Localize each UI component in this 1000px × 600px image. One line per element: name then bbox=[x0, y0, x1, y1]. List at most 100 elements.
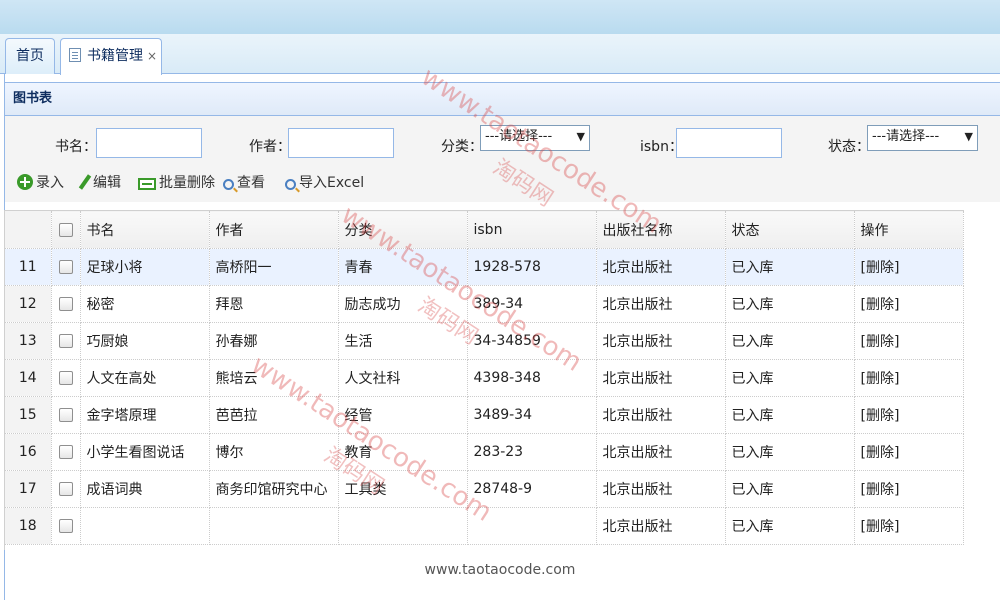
delete-link[interactable]: [删除] bbox=[854, 359, 964, 397]
document-icon bbox=[69, 48, 81, 62]
cell-author: 芭芭拉 bbox=[209, 396, 339, 434]
cell-publisher: 北京出版社 bbox=[596, 396, 726, 434]
add-icon bbox=[17, 174, 33, 190]
edit-button-label: 编辑 bbox=[93, 175, 121, 191]
close-icon[interactable]: × bbox=[147, 49, 157, 63]
books-table: 书名 作者 分类 isbn 出版社名称 状态 操作 11 足球小将 高桥阳一 青… bbox=[5, 210, 964, 545]
search-icon bbox=[285, 179, 296, 190]
top-banner bbox=[0, 0, 1000, 34]
table-row[interactable]: 13 巧厨娘 孙春娜 生活 34-34859 北京出版社 已入库 [删除] bbox=[5, 322, 964, 360]
delete-link[interactable]: [删除] bbox=[854, 322, 964, 360]
table-row[interactable]: 12 秘密 拜恩 励志成功 389-34 北京出版社 已入库 [删除] bbox=[5, 285, 964, 323]
table-row[interactable]: 14 人文在高处 熊培云 人文社科 4398-348 北京出版社 已入库 [删除… bbox=[5, 359, 964, 397]
column-header[interactable]: 作者 bbox=[209, 210, 339, 249]
delete-link[interactable]: [删除] bbox=[854, 285, 964, 323]
cell-status: 已入库 bbox=[725, 359, 855, 397]
select-all-checkbox[interactable] bbox=[58, 222, 73, 237]
row-checkbox-cell bbox=[51, 507, 81, 545]
add-button[interactable]: 录入 bbox=[17, 172, 64, 194]
delete-link[interactable]: [删除] bbox=[854, 470, 964, 508]
cell-category: 教育 bbox=[338, 433, 468, 471]
tab-home-label: 首页 bbox=[16, 48, 44, 64]
row-checkbox[interactable] bbox=[58, 445, 73, 459]
tab-book-management[interactable]: 书籍管理 × bbox=[60, 38, 162, 75]
import-excel-button-label: 导入Excel bbox=[299, 175, 365, 191]
cell-author bbox=[209, 507, 339, 545]
cell-name: 人文在高处 bbox=[80, 359, 210, 397]
row-checkbox-cell bbox=[51, 396, 81, 434]
delete-link[interactable]: [删除] bbox=[854, 396, 964, 434]
batch-delete-button-label: 批量删除 bbox=[159, 175, 215, 191]
row-checkbox[interactable] bbox=[58, 260, 73, 274]
column-header[interactable]: isbn bbox=[467, 210, 597, 249]
column-header[interactable]: 分类 bbox=[338, 210, 468, 249]
cell-author: 商务印馆研究中心 bbox=[209, 470, 339, 508]
cell-publisher: 北京出版社 bbox=[596, 285, 726, 323]
cell-category: 励志成功 bbox=[338, 285, 468, 323]
column-header[interactable]: 书名 bbox=[80, 210, 210, 249]
status-select-value: ---请选择--- bbox=[872, 129, 940, 144]
batch-delete-button[interactable]: 批量删除 bbox=[138, 172, 215, 194]
row-checkbox[interactable] bbox=[58, 482, 73, 496]
table-row[interactable]: 18 北京出版社 已入库 [删除] bbox=[5, 507, 964, 545]
cell-author: 熊培云 bbox=[209, 359, 339, 397]
cell-publisher: 北京出版社 bbox=[596, 322, 726, 360]
row-checkbox[interactable] bbox=[58, 297, 73, 311]
chevron-down-icon: ▼ bbox=[576, 130, 585, 143]
cell-author: 博尔 bbox=[209, 433, 339, 471]
delete-link[interactable]: [删除] bbox=[854, 248, 964, 286]
cell-name: 成语词典 bbox=[80, 470, 210, 508]
panel-title: 图书表 bbox=[5, 82, 1000, 116]
row-checkbox[interactable] bbox=[58, 519, 73, 533]
isbn-input[interactable] bbox=[676, 128, 782, 158]
delete-link[interactable]: [删除] bbox=[854, 507, 964, 545]
edit-button[interactable]: 编辑 bbox=[77, 172, 121, 194]
import-excel-button[interactable]: 导入Excel bbox=[285, 172, 364, 194]
row-number: 11 bbox=[5, 248, 52, 286]
row-checkbox-cell bbox=[51, 359, 81, 397]
row-checkbox[interactable] bbox=[58, 408, 73, 422]
cell-publisher: 北京出版社 bbox=[596, 470, 726, 508]
category-select[interactable]: ---请选择--- ▼ bbox=[480, 125, 590, 151]
tab-home[interactable]: 首页 bbox=[5, 38, 55, 74]
cell-category: 青春 bbox=[338, 248, 468, 286]
table-row[interactable]: 15 金字塔原理 芭芭拉 经管 3489-34 北京出版社 已入库 [删除] bbox=[5, 396, 964, 434]
row-number: 12 bbox=[5, 285, 52, 323]
delete-link[interactable]: [删除] bbox=[854, 433, 964, 471]
name-input[interactable] bbox=[96, 128, 202, 158]
row-checkbox-cell bbox=[51, 285, 81, 323]
cell-publisher: 北京出版社 bbox=[596, 248, 726, 286]
cell-name: 足球小将 bbox=[80, 248, 210, 286]
cell-isbn: 1928-578 bbox=[467, 248, 597, 286]
cell-status: 已入库 bbox=[725, 396, 855, 434]
column-header[interactable]: 状态 bbox=[725, 210, 855, 249]
column-header[interactable]: 出版社名称 bbox=[596, 210, 726, 249]
category-label: 分类： bbox=[441, 139, 483, 155]
select-all-checkbox-cell bbox=[51, 210, 81, 249]
author-input[interactable] bbox=[288, 128, 394, 158]
search-bar: 书名： 作者： 分类： ---请选择--- ▼ isbn： 状态： ---请选择… bbox=[5, 116, 1000, 202]
cell-status: 已入库 bbox=[725, 248, 855, 286]
cell-isbn: 28748-9 bbox=[467, 470, 597, 508]
table-row[interactable]: 11 足球小将 高桥阳一 青春 1928-578 北京出版社 已入库 [删除] bbox=[5, 248, 964, 286]
books-grid: 书名 作者 分类 isbn 出版社名称 状态 操作 11 足球小将 高桥阳一 青… bbox=[4, 210, 1000, 550]
row-number: 13 bbox=[5, 322, 52, 360]
cell-isbn: 34-34859 bbox=[467, 322, 597, 360]
cell-author: 拜恩 bbox=[209, 285, 339, 323]
row-checkbox[interactable] bbox=[58, 371, 73, 385]
cell-author: 孙春娜 bbox=[209, 322, 339, 360]
cell-status: 已入库 bbox=[725, 470, 855, 508]
view-button-label: 查看 bbox=[237, 175, 265, 191]
column-header[interactable]: 操作 bbox=[854, 210, 964, 249]
view-button[interactable]: 查看 bbox=[223, 172, 265, 194]
cell-name: 小学生看图说话 bbox=[80, 433, 210, 471]
tab-strip: 首页 书籍管理 × bbox=[0, 34, 1000, 75]
cell-name bbox=[80, 507, 210, 545]
cell-status: 已入库 bbox=[725, 433, 855, 471]
cell-status: 已入库 bbox=[725, 322, 855, 360]
table-row[interactable]: 17 成语词典 商务印馆研究中心 工具类 28748-9 北京出版社 已入库 [… bbox=[5, 470, 964, 508]
status-select[interactable]: ---请选择--- ▼ bbox=[867, 125, 978, 151]
cell-category: 生活 bbox=[338, 322, 468, 360]
table-row[interactable]: 16 小学生看图说话 博尔 教育 283-23 北京出版社 已入库 [删除] bbox=[5, 433, 964, 471]
row-checkbox[interactable] bbox=[58, 334, 73, 348]
